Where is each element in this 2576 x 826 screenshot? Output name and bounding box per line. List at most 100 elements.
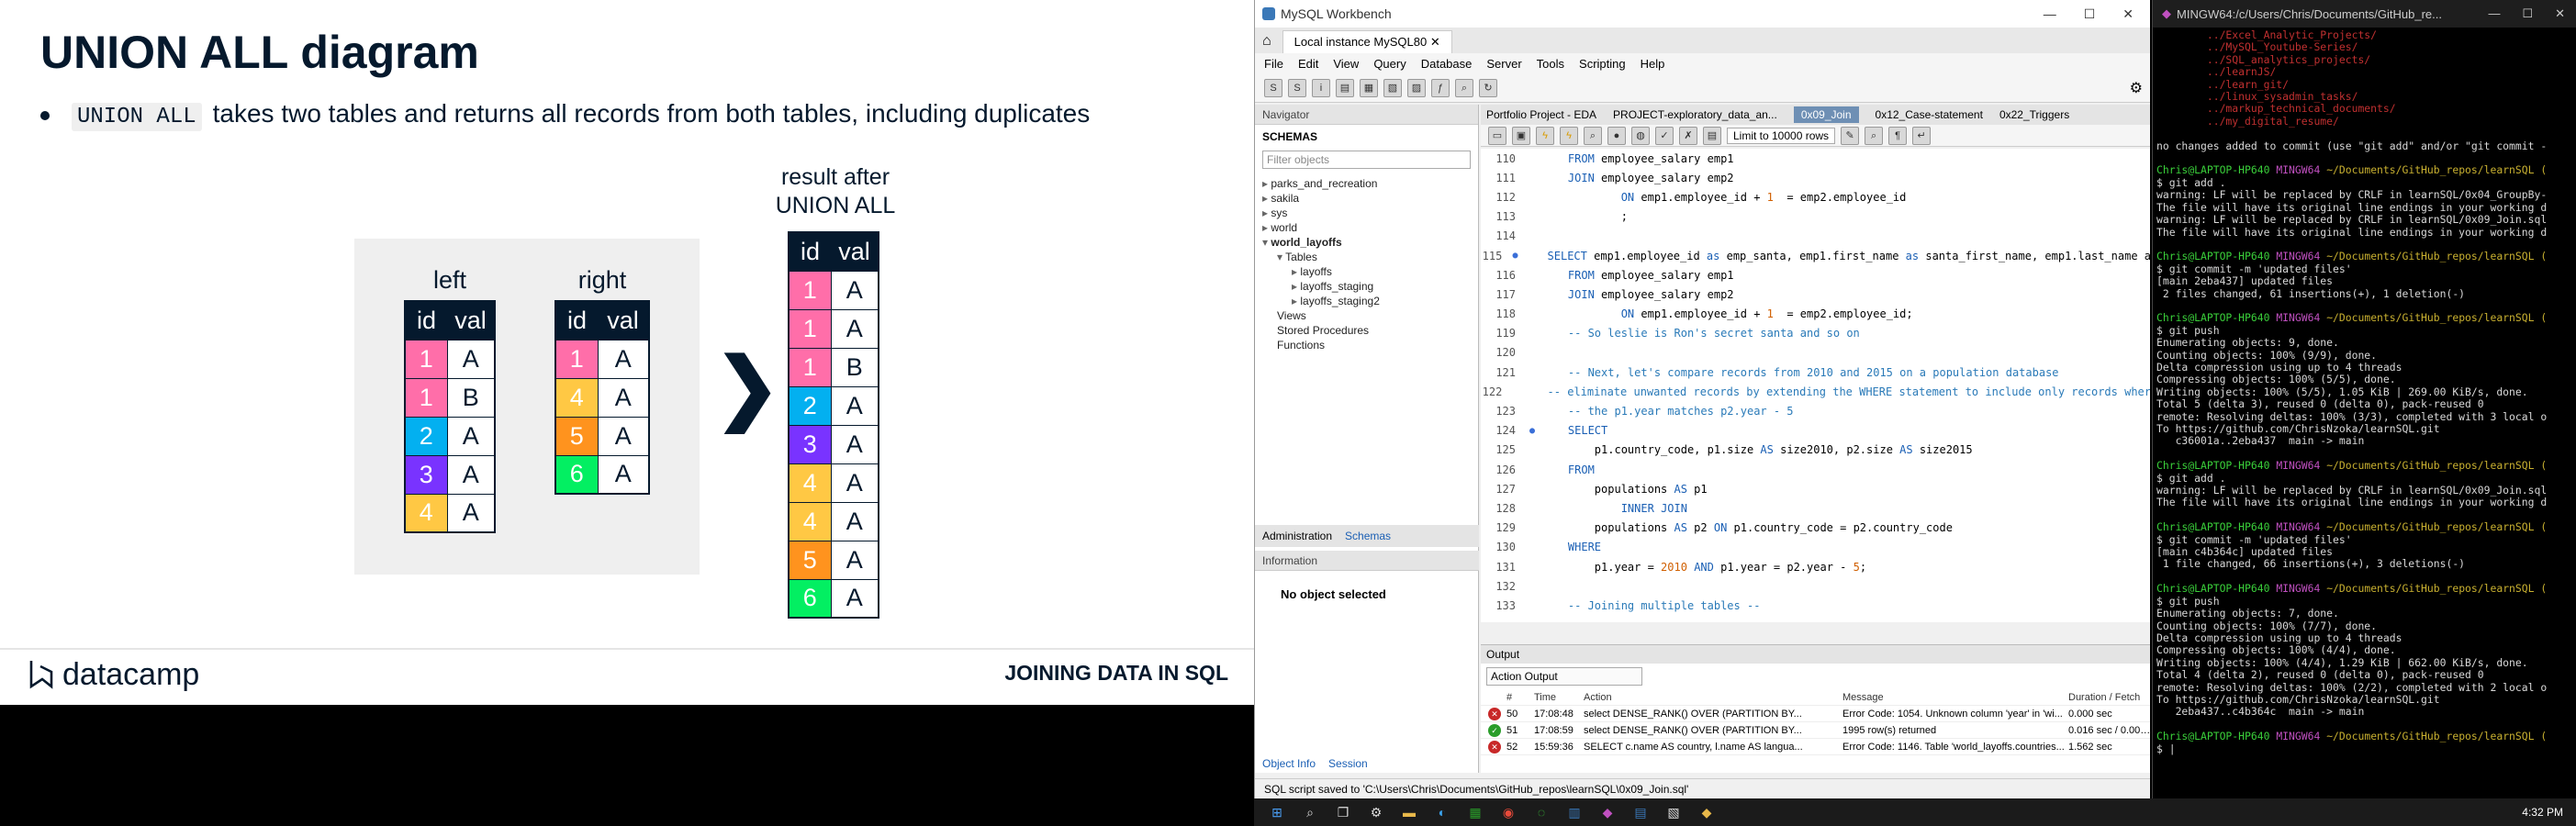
- app-icon[interactable]: ▧: [1663, 804, 1684, 820]
- editor-tab[interactable]: 0x09_Join: [1793, 106, 1859, 123]
- collapse-arrow-icon[interactable]: ▾: [1262, 236, 1271, 249]
- rollback-icon[interactable]: ✗: [1679, 126, 1697, 145]
- expand-arrow-icon[interactable]: ▸: [1262, 206, 1271, 219]
- task-view-icon[interactable]: ❐: [1333, 804, 1353, 820]
- reconnect-icon[interactable]: ↻: [1479, 78, 1497, 97]
- file-explorer-icon[interactable]: ▬: [1399, 804, 1419, 820]
- schema-item[interactable]: ▸ sakila: [1262, 191, 1478, 206]
- tab-schemas[interactable]: Schemas: [1345, 530, 1391, 542]
- word-icon[interactable]: ▥: [1564, 804, 1585, 820]
- workbench-icon[interactable]: ▤: [1630, 804, 1651, 820]
- schema-item[interactable]: ▸ sys: [1262, 206, 1478, 220]
- collapse-arrow-icon[interactable]: ▾: [1277, 251, 1285, 263]
- create-table-icon[interactable]: ▦: [1360, 78, 1378, 97]
- git-bash-icon[interactable]: ◆: [1597, 804, 1618, 820]
- output-row[interactable]: ✕ 50 17:08:48 select DENSE_RANK() OVER (PAR…: [1481, 706, 2150, 722]
- chrome-icon[interactable]: ◉: [1498, 804, 1518, 820]
- windows-start-icon[interactable]: ⊞: [1267, 804, 1287, 820]
- whatsapp-icon[interactable]: ◌: [1531, 804, 1551, 820]
- create-schema-icon[interactable]: ▤: [1336, 78, 1354, 97]
- create-view-icon[interactable]: ▧: [1383, 78, 1402, 97]
- inspector-icon[interactable]: i: [1312, 78, 1330, 97]
- tables-node[interactable]: ▾ Tables: [1262, 250, 1478, 264]
- schema-node[interactable]: Views: [1262, 308, 1478, 323]
- connection-tab[interactable]: Local instance MySQL80 ✕: [1282, 30, 1452, 53]
- expand-arrow-icon[interactable]: ▸: [1262, 192, 1271, 205]
- settings-icon[interactable]: ⚙: [1366, 804, 1386, 820]
- maximize-icon[interactable]: ☐: [2522, 6, 2533, 21]
- tree-item-label: Functions: [1277, 339, 1326, 352]
- table-item[interactable]: ▸ layoffs: [1262, 264, 1478, 279]
- expand-arrow-icon[interactable]: ▸: [1262, 221, 1271, 234]
- find-icon[interactable]: ⌕: [1865, 126, 1884, 145]
- sublime-icon[interactable]: ◆: [1697, 804, 1717, 820]
- schema-item[interactable]: ▸ world: [1262, 220, 1478, 235]
- expand-arrow-icon[interactable]: ▸: [1292, 280, 1300, 293]
- tab-object-info[interactable]: Object Info: [1262, 757, 1316, 770]
- menu-item-query[interactable]: Query: [1373, 57, 1406, 71]
- menu-item-edit[interactable]: Edit: [1298, 57, 1318, 71]
- editor-tab[interactable]: Portfolio Project - EDA: [1486, 108, 1596, 121]
- execute-icon[interactable]: ϟ: [1536, 126, 1554, 145]
- close-tab-icon[interactable]: ✕: [1430, 35, 1440, 49]
- terminal-output[interactable]: ../Excel_Analytic_Projects/ ../MySQL_You…: [2153, 28, 2576, 795]
- expand-arrow-icon[interactable]: ▸: [1292, 265, 1300, 278]
- toggle-output-icon[interactable]: ◍: [1631, 126, 1650, 145]
- output-row[interactable]: ✕ 52 15:59:36 SELECT c.name AS country, l.n…: [1481, 739, 2150, 755]
- table-item[interactable]: ▸ layoffs_staging2: [1262, 294, 1478, 308]
- close-icon[interactable]: ✕: [2122, 6, 2134, 22]
- search-table-icon[interactable]: ⌕: [1455, 78, 1473, 97]
- beautify-icon[interactable]: ✎: [1841, 126, 1860, 145]
- minimize-icon[interactable]: —: [2488, 6, 2500, 21]
- tab-session[interactable]: Session: [1328, 757, 1368, 770]
- minimize-icon[interactable]: —: [2044, 6, 2056, 22]
- maximize-icon[interactable]: ☐: [2084, 6, 2096, 22]
- search-icon[interactable]: ⌕: [1300, 804, 1320, 820]
- schema-node[interactable]: Stored Procedures: [1262, 323, 1478, 338]
- editor-tab[interactable]: 0x12_Case-statement: [1876, 108, 1983, 121]
- code-text: -- Joining multiple tables --: [1541, 598, 1761, 612]
- open-script-icon[interactable]: S: [1288, 78, 1306, 97]
- tab-administration[interactable]: Administration: [1262, 530, 1332, 542]
- editor-tab[interactable]: PROJECT-exploratory_data_an...: [1613, 108, 1777, 121]
- menu-item-server[interactable]: Server: [1486, 57, 1521, 71]
- close-icon[interactable]: ✕: [2555, 6, 2565, 21]
- terminal-line: Chris@LAPTOP-HP640 MINGW64 ~/Documents/G…: [2156, 459, 2548, 473]
- create-procedure-icon[interactable]: ▨: [1407, 78, 1426, 97]
- open-file-icon[interactable]: ▭: [1488, 126, 1506, 145]
- output-row[interactable]: ✓ 51 17:08:59 select DENSE_RANK() OVER (PAR…: [1481, 722, 2150, 739]
- explain-icon[interactable]: ⌕: [1584, 126, 1602, 145]
- filter-objects-input[interactable]: Filter objects: [1262, 151, 1471, 169]
- home-icon[interactable]: ⌂: [1262, 33, 1271, 50]
- right-table-group: right id val 1A4A5A6A: [554, 266, 650, 495]
- stop-icon[interactable]: ●: [1607, 126, 1626, 145]
- menu-item-file[interactable]: File: [1264, 57, 1283, 71]
- create-function-icon[interactable]: ƒ: [1431, 78, 1450, 97]
- expand-arrow-icon[interactable]: ▸: [1262, 177, 1271, 190]
- editor-tab[interactable]: 0x22_Triggers: [1999, 108, 2069, 121]
- schema-item-open[interactable]: ▾ world_layoffs: [1262, 235, 1478, 250]
- menu-item-database[interactable]: Database: [1421, 57, 1473, 71]
- expand-arrow-icon[interactable]: ▸: [1292, 295, 1300, 307]
- edge-icon[interactable]: ◐: [1432, 804, 1452, 820]
- menu-item-scripting[interactable]: Scripting: [1579, 57, 1626, 71]
- schema-item[interactable]: ▸ parks_and_recreation: [1262, 176, 1478, 191]
- gear-icon[interactable]: ⚙: [2130, 79, 2143, 97]
- execute-current-icon[interactable]: ϟ: [1560, 126, 1578, 145]
- commit-icon[interactable]: ✓: [1655, 126, 1674, 145]
- invisible-chars-icon[interactable]: ¶: [1888, 126, 1908, 145]
- menu-item-view[interactable]: View: [1333, 57, 1359, 71]
- save-icon[interactable]: ▣: [1512, 126, 1530, 145]
- output-duration: 0.016 sec / 0.000 sec: [2068, 724, 2150, 736]
- new-query-icon[interactable]: S: [1264, 78, 1282, 97]
- menu-item-help[interactable]: Help: [1641, 57, 1665, 71]
- limit-rows-select[interactable]: Limit to 10000 rows: [1727, 127, 1836, 144]
- schema-node[interactable]: Functions: [1262, 338, 1478, 352]
- menu-item-tools[interactable]: Tools: [1537, 57, 1564, 71]
- autocommit-icon[interactable]: ▤: [1703, 126, 1721, 145]
- excel-icon[interactable]: ▦: [1465, 804, 1485, 820]
- action-output-select[interactable]: Action Output: [1486, 667, 1642, 686]
- table-item[interactable]: ▸ layoffs_staging: [1262, 279, 1478, 294]
- wrap-icon[interactable]: ↵: [1912, 126, 1932, 145]
- sql-editor[interactable]: 110 FROM employee_salary emp1 111 JOIN em…: [1481, 149, 2150, 622]
